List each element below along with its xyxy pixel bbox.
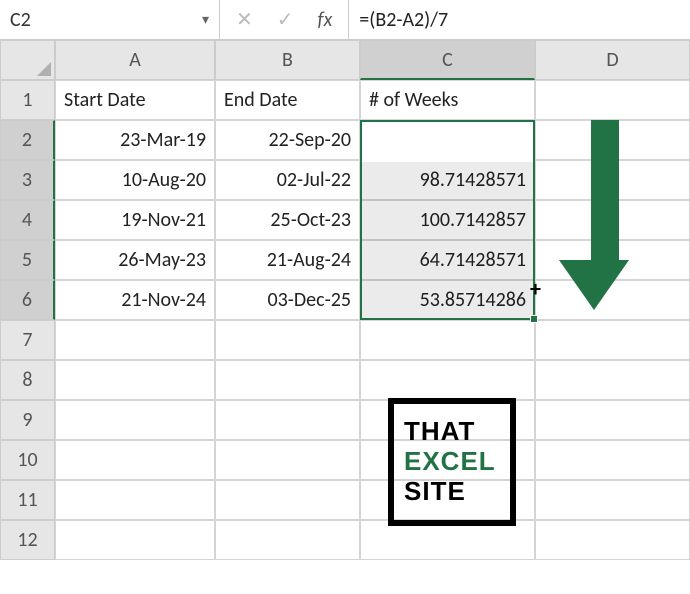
row-header[interactable]: 9 bbox=[0, 400, 55, 440]
table-row: 9 bbox=[0, 400, 690, 440]
cell[interactable] bbox=[535, 520, 690, 560]
cell[interactable] bbox=[55, 440, 215, 480]
row-header[interactable]: 5 bbox=[0, 240, 55, 280]
cell[interactable] bbox=[360, 360, 535, 400]
cell[interactable]: 26-May-23 bbox=[55, 240, 215, 280]
table-row: 11 bbox=[0, 480, 690, 520]
table-row: 10 bbox=[0, 440, 690, 480]
cancel-icon[interactable]: ✕ bbox=[236, 7, 253, 32]
column-header-a[interactable]: A bbox=[55, 40, 215, 80]
row-header[interactable]: 2 bbox=[0, 120, 55, 160]
cell[interactable]: 98.71428571 bbox=[360, 160, 535, 200]
row-header[interactable]: 3 bbox=[0, 160, 55, 200]
row-header[interactable]: 6 bbox=[0, 280, 55, 320]
cell[interactable]: 100.7142857 bbox=[360, 200, 535, 240]
cell[interactable] bbox=[55, 400, 215, 440]
cell[interactable] bbox=[535, 360, 690, 400]
row-header[interactable]: 12 bbox=[0, 520, 55, 560]
cell[interactable]: 03-Dec-25 bbox=[215, 280, 360, 320]
cell[interactable] bbox=[535, 400, 690, 440]
cell[interactable]: Start Date bbox=[55, 80, 215, 120]
chevron-down-icon[interactable]: ▾ bbox=[202, 11, 209, 28]
formula-input[interactable]: =(B2-A2)/7 bbox=[349, 0, 690, 39]
row-header[interactable]: 8 bbox=[0, 360, 55, 400]
cell[interactable] bbox=[360, 520, 535, 560]
cell[interactable]: 53.85714286 bbox=[360, 280, 535, 320]
cell[interactable]: # of Weeks bbox=[360, 80, 535, 120]
cell[interactable]: 25-Oct-23 bbox=[215, 200, 360, 240]
table-row: 7 bbox=[0, 320, 690, 360]
logo-line-2: EXCEL bbox=[404, 447, 510, 477]
cell[interactable] bbox=[535, 320, 690, 360]
cell[interactable]: 21-Aug-24 bbox=[215, 240, 360, 280]
column-header-row: A B C D bbox=[0, 40, 690, 80]
cell[interactable] bbox=[535, 440, 690, 480]
cell[interactable]: 02-Jul-22 bbox=[215, 160, 360, 200]
cell[interactable]: 21-Nov-24 bbox=[55, 280, 215, 320]
row-header[interactable]: 7 bbox=[0, 320, 55, 360]
cell[interactable]: 23-Mar-19 bbox=[55, 120, 215, 160]
row-header[interactable]: 4 bbox=[0, 200, 55, 240]
cell[interactable] bbox=[535, 480, 690, 520]
column-header-d[interactable]: D bbox=[535, 40, 690, 80]
table-row: 12 bbox=[0, 520, 690, 560]
cell[interactable] bbox=[215, 360, 360, 400]
cell[interactable] bbox=[55, 520, 215, 560]
name-box[interactable]: C2 ▾ bbox=[0, 0, 220, 39]
cell[interactable] bbox=[215, 440, 360, 480]
formula-text: =(B2-A2)/7 bbox=[359, 8, 448, 32]
cell[interactable]: 19-Nov-21 bbox=[55, 200, 215, 240]
fx-icon[interactable]: fx bbox=[318, 8, 333, 32]
column-header-c[interactable]: C bbox=[360, 40, 535, 80]
arrow-down-icon bbox=[580, 120, 629, 310]
cell[interactable]: 22-Sep-20 bbox=[215, 120, 360, 160]
formula-bar-icons: ✕ ✓ fx bbox=[220, 0, 349, 39]
cell[interactable]: End Date bbox=[215, 80, 360, 120]
column-header-b[interactable]: B bbox=[215, 40, 360, 80]
cell[interactable]: 78.42857143 bbox=[360, 120, 535, 160]
table-row: 8 bbox=[0, 360, 690, 400]
cell[interactable] bbox=[535, 80, 690, 120]
row-header[interactable]: 10 bbox=[0, 440, 55, 480]
cell[interactable] bbox=[55, 480, 215, 520]
cell[interactable] bbox=[55, 360, 215, 400]
cell[interactable] bbox=[55, 320, 215, 360]
enter-icon[interactable]: ✓ bbox=[277, 7, 294, 32]
logo-line-3: SITE bbox=[404, 477, 510, 507]
select-all-corner[interactable] bbox=[0, 40, 55, 80]
cell[interactable] bbox=[215, 320, 360, 360]
formula-bar: C2 ▾ ✕ ✓ fx =(B2-A2)/7 bbox=[0, 0, 690, 40]
cell[interactable] bbox=[360, 320, 535, 360]
cell[interactable] bbox=[215, 400, 360, 440]
cell[interactable] bbox=[215, 480, 360, 520]
cell[interactable]: 10-Aug-20 bbox=[55, 160, 215, 200]
row-header[interactable]: 1 bbox=[0, 80, 55, 120]
cell[interactable]: 64.71428571 bbox=[360, 240, 535, 280]
table-row: 1 Start Date End Date # of Weeks bbox=[0, 80, 690, 120]
watermark-logo: THAT EXCEL SITE bbox=[388, 398, 516, 526]
cell[interactable] bbox=[215, 520, 360, 560]
logo-line-1: THAT bbox=[404, 417, 510, 447]
name-box-value: C2 bbox=[10, 8, 31, 32]
row-header[interactable]: 11 bbox=[0, 480, 55, 520]
